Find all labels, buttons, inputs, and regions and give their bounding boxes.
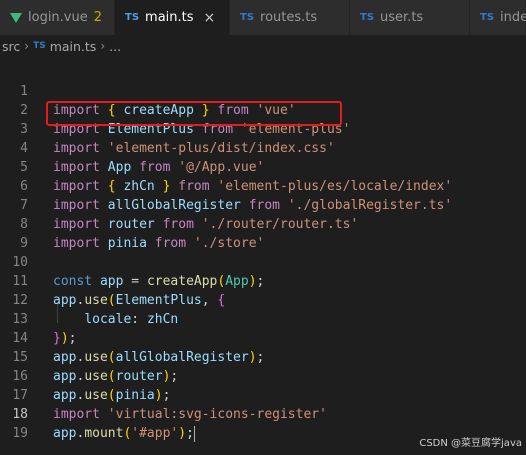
- function-name: mount: [84, 426, 124, 441]
- code-line[interactable]: 1 import { createApp } from 'vue': [0, 63, 526, 118]
- tab-label: user.ts: [380, 10, 424, 25]
- code-line-current[interactable]: 18 app.mount('#app');: [0, 386, 526, 442]
- code-line[interactable]: 17 import 'virtual:svg-icons-register': [0, 367, 526, 422]
- tab-user-ts[interactable]: TS user.ts: [350, 0, 470, 35]
- tab-label: main.ts: [145, 10, 194, 25]
- highlight-annotation-box: [46, 101, 342, 126]
- code-line[interactable]: 8 import pinia from './store': [0, 196, 526, 251]
- vue-file-icon: [10, 12, 22, 23]
- line-number: 19: [12, 426, 28, 441]
- code-line[interactable]: 14 app.use(allGlobalRegister);: [0, 310, 526, 365]
- code-line[interactable]: 12 locale: zhCn: [0, 272, 526, 327]
- typescript-file-icon: TS: [360, 12, 375, 23]
- code-editor[interactable]: 1 import { createApp } from 'vue' 2 impo…: [0, 57, 526, 455]
- code-line[interactable]: 2 import ElementPlus from 'element-plus': [0, 82, 526, 137]
- breadcrumb-folder[interactable]: src: [2, 39, 20, 54]
- paren: ): [178, 426, 187, 441]
- punctuation: ;: [186, 426, 194, 441]
- breadcrumb-symbols[interactable]: ...: [109, 39, 121, 54]
- tab-bar: login.vue 2 TS main.ts × TS routes.ts TS…: [0, 0, 526, 35]
- code-line[interactable]: 5 import { zhCn } from 'element-plus/es/…: [0, 139, 526, 194]
- code-line[interactable]: 6 import allGlobalRegister from './globa…: [0, 158, 526, 213]
- watermark: CSDN @菜豆腐学java: [419, 438, 522, 449]
- code-line[interactable]: 19: [0, 405, 526, 441]
- tab-label: inde: [500, 10, 526, 25]
- close-icon[interactable]: ×: [204, 10, 216, 26]
- code-line[interactable]: 13 });: [0, 291, 526, 346]
- breadcrumb: src › TS main.ts › ...: [0, 35, 526, 57]
- tab-routes-ts[interactable]: TS routes.ts: [230, 0, 350, 35]
- tab-index-ts[interactable]: TS inde: [470, 0, 526, 35]
- problem-count-badge: 2: [93, 10, 103, 25]
- typescript-file-icon: TS: [33, 41, 46, 51]
- code-line[interactable]: 11 app.use(ElementPlus, {: [0, 253, 526, 308]
- tab-login-vue[interactable]: login.vue 2: [0, 0, 115, 35]
- tab-label: login.vue: [28, 10, 88, 25]
- code-line[interactable]: 15 app.use(router);: [0, 329, 526, 384]
- chevron-right-icon: ›: [24, 39, 30, 53]
- typescript-file-icon: TS: [125, 12, 140, 23]
- breadcrumb-file[interactable]: main.ts: [50, 39, 97, 54]
- vscode-editor-window: login.vue 2 TS main.ts × TS routes.ts TS…: [0, 0, 526, 455]
- code-line[interactable]: 7 import router from './router/router.ts…: [0, 177, 526, 232]
- typescript-file-icon: TS: [480, 12, 495, 23]
- code-line[interactable]: 16 app.use(pinia);: [0, 348, 526, 403]
- chevron-right-icon: ›: [100, 39, 106, 53]
- code-line[interactable]: 9: [0, 215, 526, 251]
- code-line[interactable]: 10 const app = createApp(App);: [0, 234, 526, 289]
- identifier: app: [53, 426, 77, 441]
- text-cursor: [193, 425, 195, 442]
- string-literal: '#app': [131, 426, 179, 441]
- line-code: app.mount('#app');: [53, 424, 195, 443]
- tab-main-ts[interactable]: TS main.ts ×: [115, 0, 230, 35]
- typescript-file-icon: TS: [240, 12, 255, 23]
- tab-label: routes.ts: [260, 10, 318, 25]
